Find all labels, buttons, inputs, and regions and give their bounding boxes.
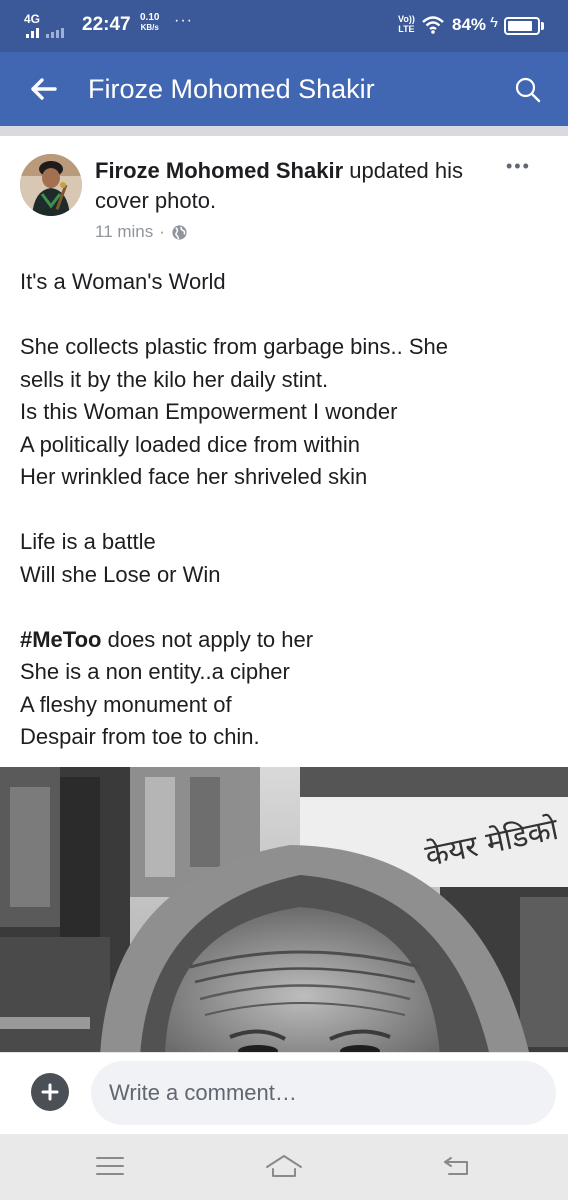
menu-icon <box>96 1157 124 1175</box>
cover-photo-image: केयर मेडिको <box>0 767 568 1056</box>
wifi-icon <box>422 16 444 34</box>
charging-icon: ϟ <box>490 14 498 31</box>
volte-indicator: Vo)) LTE <box>398 14 415 34</box>
post-meta: 11 mins · <box>95 222 188 242</box>
battery-level <box>508 21 532 31</box>
nav-home-button[interactable] <box>264 1148 304 1184</box>
battery-icon <box>504 17 540 35</box>
avatar-image <box>20 154 82 216</box>
post-text-line: sells it by the kilo her daily stint. <box>20 366 329 392</box>
comment-input[interactable] <box>91 1061 556 1125</box>
post-text-line: A politically loaded dice from within <box>20 431 360 457</box>
meta-separator: · <box>159 222 165 241</box>
post-more-button[interactable]: ••• <box>506 156 531 177</box>
hashtag-link[interactable]: #MeToo <box>20 627 101 652</box>
signal-icon <box>26 28 64 38</box>
clock: 22:47 <box>82 14 131 35</box>
post-text-line: She is a non entity..a cipher <box>20 659 290 684</box>
network-speed: 0.10 KB/s <box>140 13 159 33</box>
post-text-line: Life is a battle <box>20 529 156 554</box>
more-notifications-icon: ··· <box>174 12 193 29</box>
post-card: Firoze Mohomed Shakir updated his cover … <box>0 136 568 1056</box>
post-text-line: She collects plastic from garbage bins..… <box>20 334 449 359</box>
comment-bar <box>0 1052 568 1134</box>
post-text-line: #MeToo does not apply to her <box>20 624 550 657</box>
speed-value: 0.10 <box>140 12 160 23</box>
back-icon <box>444 1157 468 1175</box>
post-text-line: A fleshy monument of <box>20 691 232 717</box>
battery-percent: 84% <box>452 15 487 34</box>
nav-back-button[interactable] <box>436 1148 476 1184</box>
system-nav-bar <box>0 1134 568 1200</box>
app-bar: Firoze Mohomed Shakir <box>0 52 568 126</box>
add-attachment-button[interactable] <box>31 1073 69 1111</box>
arrow-left-icon <box>31 78 57 100</box>
avatar[interactable] <box>20 154 82 216</box>
post-text-line: Will she Lose or Win <box>20 561 221 587</box>
volte-top: Vo)) <box>398 14 415 24</box>
back-button[interactable] <box>24 70 62 108</box>
status-bar: 4G 22:47 0.10 KB/s ··· Vo)) LTE 84% ϟ <box>0 0 568 52</box>
search-icon <box>515 77 541 103</box>
nav-menu-button[interactable] <box>90 1148 130 1184</box>
network-type: 4G <box>24 12 41 26</box>
speed-unit: KB/s <box>140 23 159 32</box>
author-name[interactable]: Firoze Mohomed Shakir <box>95 158 343 183</box>
globe-icon <box>172 224 187 240</box>
post-header: Firoze Mohomed Shakir updated his cover … <box>95 156 495 216</box>
post-time[interactable]: 11 mins <box>95 222 153 242</box>
post-text-line: Her wrinkled face her shriveled skin <box>20 464 368 489</box>
cover-photo[interactable]: केयर मेडिको <box>0 767 568 1056</box>
post-text-line: Is this Woman Empowerment I wonder <box>20 399 398 424</box>
battery-tip <box>541 22 544 30</box>
post-text-line: It's a Woman's World <box>20 269 226 294</box>
post-text: It's a Woman's World She collects plasti… <box>20 266 550 754</box>
search-button[interactable] <box>510 72 546 108</box>
volte-bottom: LTE <box>398 24 415 34</box>
post-text-fragment: does not apply to her <box>101 626 314 652</box>
home-icon <box>266 1155 302 1177</box>
plus-icon <box>41 1083 59 1101</box>
feed-divider <box>0 126 568 136</box>
page-title: Firoze Mohomed Shakir <box>88 74 375 104</box>
post-text-line: Despair from toe to chin. <box>20 724 260 749</box>
more-icon: ••• <box>506 156 531 176</box>
